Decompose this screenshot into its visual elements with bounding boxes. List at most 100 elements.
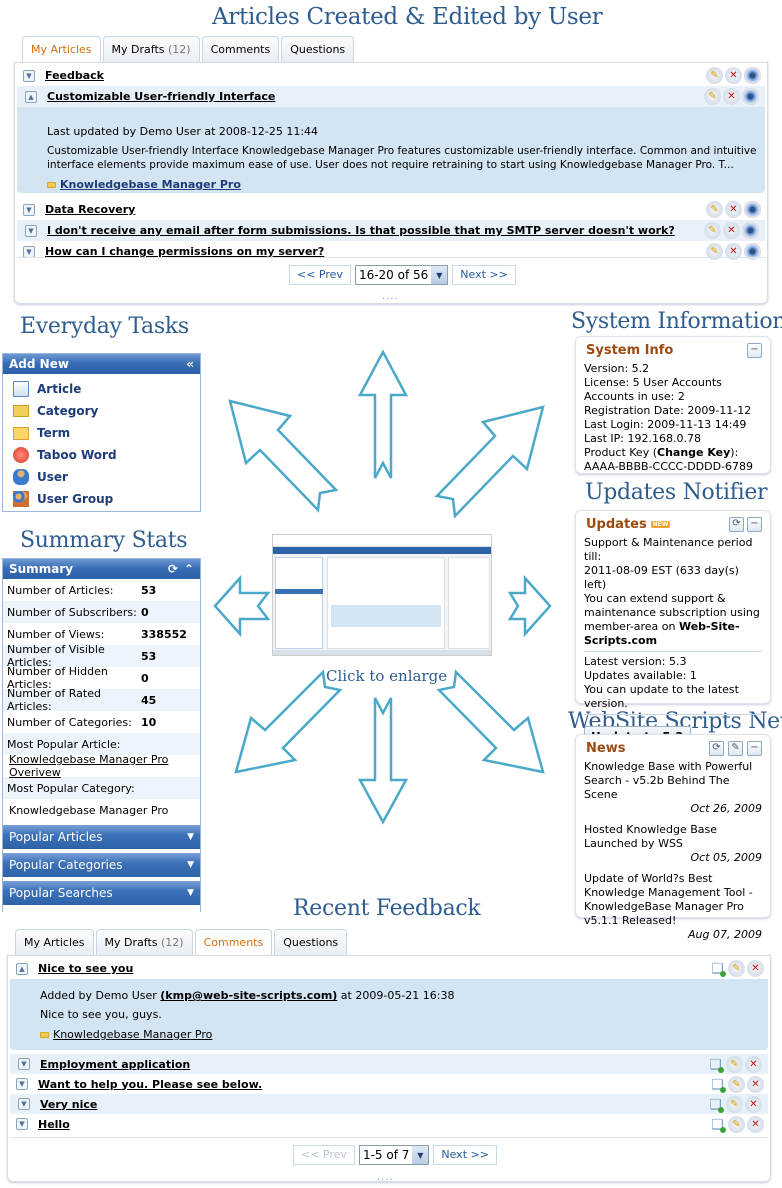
add-term-item[interactable]: Term bbox=[3, 422, 200, 444]
collapse-up-icon[interactable]: ⌃ bbox=[184, 559, 194, 579]
minimize-icon[interactable]: − bbox=[747, 343, 762, 358]
stat-row: Number of Hidden Articles: 0 bbox=[7, 665, 149, 691]
tab-questions[interactable]: Questions bbox=[281, 36, 355, 62]
tab-comments[interactable]: Comments bbox=[201, 36, 280, 62]
tab-comments[interactable]: Comments bbox=[194, 929, 273, 956]
page-select[interactable]: 16-20 of 56 ▼ bbox=[354, 265, 449, 285]
edit-icon[interactable]: ✎ bbox=[728, 1076, 745, 1093]
expand-icon[interactable]: ▼ bbox=[23, 69, 35, 82]
divider bbox=[10, 1137, 768, 1138]
view-icon[interactable] bbox=[744, 67, 761, 84]
edit-icon[interactable]: ✎ bbox=[706, 67, 723, 84]
change-key-link[interactable]: Change Key bbox=[657, 446, 730, 459]
popular-categories-panel[interactable]: Popular Categories ▼ bbox=[3, 853, 200, 877]
next-page-button[interactable]: Next >> bbox=[433, 1145, 497, 1165]
refresh-icon[interactable]: ⟳ bbox=[168, 559, 178, 579]
tab-my-articles[interactable]: My Articles bbox=[22, 36, 101, 63]
tab-questions[interactable]: Questions bbox=[274, 929, 348, 955]
popular-articles-panel[interactable]: Popular Articles ▼ bbox=[3, 825, 200, 849]
expand-icon[interactable]: ▼ bbox=[25, 224, 37, 237]
delete-icon[interactable]: ✕ bbox=[747, 1076, 764, 1093]
feedback-title-link[interactable]: Want to help you. Please see below. bbox=[38, 1078, 262, 1091]
refresh-icon[interactable]: ⟳ bbox=[709, 741, 724, 756]
article-title-link[interactable]: I don't receive any email after form sub… bbox=[47, 224, 675, 237]
news-item-link[interactable]: Knowledge Base with Powerful Search - v5… bbox=[584, 760, 762, 802]
expand-icon[interactable]: ▼ bbox=[18, 1098, 30, 1110]
delete-icon[interactable]: ✕ bbox=[745, 1096, 762, 1113]
popular-searches-panel[interactable]: Popular Searches ▼ bbox=[3, 881, 200, 905]
edit-icon[interactable]: ✎ bbox=[726, 1096, 743, 1113]
prev-page-button[interactable]: << Prev bbox=[293, 1145, 355, 1165]
view-icon[interactable] bbox=[742, 88, 759, 105]
edit-icon[interactable]: ✎ bbox=[726, 1056, 743, 1073]
add-user-item[interactable]: User bbox=[3, 466, 200, 488]
tab-my-drafts[interactable]: My Drafts (12) bbox=[95, 929, 193, 955]
article-row: ▼ Data Recovery ✎ ✕ bbox=[15, 199, 767, 220]
add-user-group-item[interactable]: User Group bbox=[3, 488, 200, 510]
delete-icon[interactable]: ✕ bbox=[725, 201, 742, 218]
edit-icon[interactable]: ✎ bbox=[728, 1116, 745, 1133]
delete-icon[interactable]: ✕ bbox=[745, 1056, 762, 1073]
add-category-item[interactable]: Category bbox=[3, 400, 200, 422]
feedback-title-link[interactable]: Employment application bbox=[40, 1058, 190, 1071]
click-to-enlarge-caption[interactable]: Click to enlarge bbox=[326, 667, 447, 685]
refresh-icon[interactable]: ⟳ bbox=[729, 517, 744, 532]
edit-icon[interactable]: ✎ bbox=[728, 960, 745, 977]
delete-icon[interactable]: ✕ bbox=[747, 960, 764, 977]
arrow-down-right-icon bbox=[436, 669, 545, 774]
delete-icon[interactable]: ✕ bbox=[725, 67, 742, 84]
category-link[interactable]: Knowledgebase Manager Pro bbox=[60, 178, 241, 191]
feedback-title-link[interactable]: Very nice bbox=[40, 1098, 97, 1111]
collapse-icon[interactable]: ▲ bbox=[16, 962, 28, 975]
more-link[interactable]: .... bbox=[377, 1172, 394, 1183]
add-article-item[interactable]: Article bbox=[3, 378, 200, 400]
page-select[interactable]: 1-5 of 7 ▼ bbox=[358, 1145, 430, 1165]
expand-icon[interactable]: ▼ bbox=[16, 1118, 28, 1130]
feedback-title-link[interactable]: Hello bbox=[38, 1118, 70, 1131]
expand-icon[interactable]: ▼ bbox=[23, 245, 35, 258]
edit-icon[interactable]: ✎ bbox=[728, 741, 743, 756]
add-taboo-word-item[interactable]: Taboo Word bbox=[3, 444, 200, 466]
tab-my-drafts[interactable]: My Drafts (12) bbox=[102, 36, 200, 62]
article-title-link[interactable]: Data Recovery bbox=[45, 203, 135, 216]
popular-article-link[interactable]: Knowledgebase Manager Pro Overivew bbox=[3, 753, 200, 779]
delete-icon[interactable]: ✕ bbox=[723, 88, 740, 105]
article-title-link[interactable]: Feedback bbox=[45, 69, 104, 82]
article-row: ▼ I don't receive any email after form s… bbox=[17, 220, 765, 241]
edit-icon[interactable]: ✎ bbox=[704, 88, 721, 105]
delete-icon[interactable]: ✕ bbox=[747, 1116, 764, 1133]
delete-icon[interactable]: ✕ bbox=[723, 222, 740, 239]
screenshot-thumbnail[interactable] bbox=[272, 534, 492, 656]
category-link[interactable]: Knowledgebase Manager Pro bbox=[53, 1028, 212, 1041]
edit-icon[interactable]: ✎ bbox=[706, 201, 723, 218]
view-icon[interactable] bbox=[742, 222, 759, 239]
news-item-link[interactable]: Update of World?s Best Knowledge Managem… bbox=[584, 872, 762, 928]
email-link[interactable]: (kmp@web-site-scripts.com) bbox=[160, 989, 337, 1002]
minimize-icon[interactable]: − bbox=[747, 517, 762, 532]
comment-add-icon[interactable]: ❏ bbox=[707, 1056, 724, 1073]
stat-row: Number of Visible Articles: 53 bbox=[3, 643, 200, 669]
expand-icon[interactable]: ▼ bbox=[18, 1058, 30, 1070]
prev-page-button[interactable]: << Prev bbox=[289, 265, 351, 285]
comment-add-icon[interactable]: ❏ bbox=[709, 1116, 726, 1133]
summary-header[interactable]: Summary ⟳ ⌃ bbox=[3, 559, 200, 579]
news-item-link[interactable]: Hosted Knowledge Base Launched by WSS bbox=[584, 823, 762, 851]
collapse-icon[interactable]: ▲ bbox=[25, 90, 37, 103]
article-row: ▲ Customizable User-friendly Interface ✎… bbox=[17, 86, 765, 107]
edit-icon[interactable]: ✎ bbox=[704, 222, 721, 239]
comment-add-icon[interactable]: ❏ bbox=[707, 1096, 724, 1113]
more-link[interactable]: .... bbox=[382, 291, 399, 302]
expand-icon[interactable]: ▼ bbox=[23, 203, 35, 216]
collapse-icon[interactable]: « bbox=[186, 354, 194, 374]
view-icon[interactable] bbox=[744, 201, 761, 218]
comment-add-icon[interactable]: ❏ bbox=[709, 960, 726, 977]
next-page-button[interactable]: Next >> bbox=[452, 265, 516, 285]
comment-add-icon[interactable]: ❏ bbox=[709, 1076, 726, 1093]
feedback-title-link[interactable]: Nice to see you bbox=[38, 962, 133, 975]
article-title-link[interactable]: Customizable User-friendly Interface bbox=[47, 90, 275, 103]
expand-icon[interactable]: ▼ bbox=[16, 1078, 28, 1090]
add-new-header[interactable]: Add New « bbox=[3, 354, 200, 374]
summary-panel: Summary ⟳ ⌃ Number of Articles: 53 Number… bbox=[2, 558, 201, 912]
minimize-icon[interactable]: − bbox=[747, 741, 762, 756]
tab-my-articles[interactable]: My Articles bbox=[15, 929, 94, 955]
